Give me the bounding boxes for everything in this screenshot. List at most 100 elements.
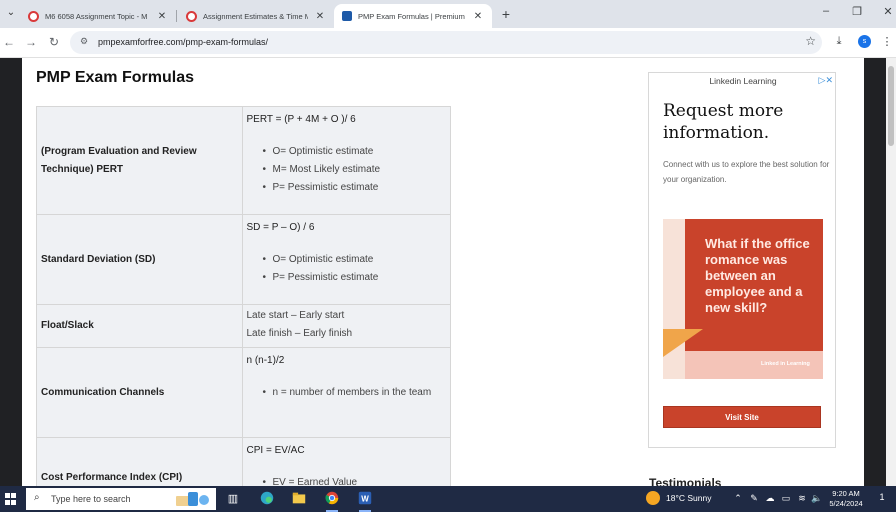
formula-cell: Late start – Early start Late finish – E… (241, 304, 451, 348)
sun-icon (646, 491, 660, 505)
volume-icon[interactable]: 🔈 (811, 493, 823, 504)
tab-strip: ⌄ M6 6058 Assignment Topic - M ✕ Assignm… (0, 0, 896, 28)
table-row: Float/Slack Late start – Early start Lat… (36, 304, 451, 348)
browser-toolbar: ← → ↻ ⚙ pmpexamforfree.com/pmp-exam-form… (0, 28, 896, 58)
list-item: P= Pessimistic estimate (263, 179, 447, 197)
table-row: Communication Channels n (n-1)/2 n = num… (36, 347, 451, 438)
battery-icon[interactable]: ▭ (780, 493, 792, 504)
word-icon[interactable]: W (356, 490, 374, 512)
search-highlight-icon (176, 492, 209, 506)
taskbar-clock[interactable]: 9:20 AM 5/24/2024 (826, 489, 866, 509)
taskbar-search[interactable]: ⌕ Type here to search (26, 488, 216, 510)
variable-list: O= Optimistic estimate M= Most Likely es… (247, 143, 447, 197)
list-item: M= Most Likely estimate (263, 161, 447, 179)
formula-line: Late start – Early start (246, 310, 345, 321)
weather-text: 18°C Sunny (666, 493, 712, 503)
tab-divider (176, 10, 177, 22)
close-tab-icon[interactable]: ✕ (156, 11, 168, 22)
tab-title: PMP Exam Formulas | Premium (358, 11, 465, 21)
variable-list: n = number of members in the team (247, 384, 447, 402)
tab-pmp-exam-formulas[interactable]: PMP Exam Formulas | Premium ✕ (334, 4, 492, 28)
profile-avatar[interactable]: s (858, 35, 871, 48)
new-tab-icon[interactable]: + (498, 6, 514, 22)
formula-table: (Program Evaluation and Review Technique… (36, 106, 451, 486)
url-text[interactable]: pmpexamforfree.com/pmp-exam-formulas/ (98, 37, 268, 47)
bookmark-star-icon[interactable]: ☆ (805, 34, 816, 48)
page-viewport: PMP Exam Formulas (Program Evaluation an… (0, 58, 896, 486)
tab-m6-assignment[interactable]: M6 6058 Assignment Topic - M ✕ (20, 4, 176, 28)
close-window-icon[interactable]: ✕ (880, 5, 896, 18)
formula-name: Communication Channels (36, 347, 243, 438)
back-icon[interactable]: ← (2, 35, 16, 49)
linkedin-learning-ad[interactable]: Linkedin Learning ▷✕ Request more inform… (648, 72, 836, 448)
onedrive-icon[interactable]: ☁ (764, 493, 776, 504)
ad-body: Connect with us to explore the best solu… (663, 160, 830, 184)
ad-choices-icon[interactable]: ▷✕ (819, 75, 833, 86)
clock-time: 9:20 AM (832, 489, 860, 498)
chrome-icon[interactable] (323, 490, 341, 512)
formula-name: Standard Deviation (SD) (36, 214, 243, 305)
section-heading: Testimonials (649, 476, 722, 486)
wifi-icon[interactable]: ≋ (796, 493, 808, 504)
visit-site-button[interactable]: Visit Site (663, 406, 821, 428)
table-row: Cost Performance Index (CPI) CPI = EV/AC… (36, 437, 451, 486)
close-tab-icon[interactable]: ✕ (314, 11, 326, 22)
formula-text: PERT = (P + 4M + O )/ 6 (246, 114, 356, 125)
tab-title: Assignment Estimates & Time M (203, 11, 308, 21)
search-placeholder: Type here to search (51, 494, 131, 504)
table-row: (Program Evaluation and Review Technique… (36, 106, 451, 215)
ad-headline: Request more information. (663, 101, 784, 143)
page-scrollbar[interactable] (886, 58, 896, 486)
formula-cell: n (n-1)/2 n = number of members in the t… (241, 347, 451, 438)
ad-artwork[interactable]: What if the office romance was between a… (663, 219, 823, 379)
reload-icon[interactable]: ↻ (47, 35, 61, 49)
list-item: n = number of members in the team (263, 384, 447, 402)
scrollbar-thumb[interactable] (888, 66, 894, 146)
search-icon: ⌕ (34, 492, 40, 503)
variable-list: O= Optimistic estimate P= Pessimistic es… (247, 251, 447, 287)
canvas-icon (186, 10, 197, 22)
formula-name: Cost Performance Index (CPI) (36, 437, 243, 486)
show-hidden-icons-icon[interactable]: ⌃ (732, 493, 744, 504)
svg-text:W: W (361, 495, 369, 504)
site-info-icon[interactable]: ⚙ (80, 36, 88, 47)
restore-icon[interactable]: ❐ (849, 5, 865, 18)
list-item: O= Optimistic estimate (263, 251, 447, 269)
formula-cell: CPI = EV/AC EV = Earned Value (241, 437, 451, 486)
formula-name: Float/Slack (36, 304, 243, 348)
variable-list: EV = Earned Value (247, 474, 447, 486)
ad-brand: Linkedin Learning (709, 76, 777, 86)
list-item: P= Pessimistic estimate (263, 269, 447, 287)
table-row: Standard Deviation (SD) SD = P – O) / 6 … (36, 214, 451, 305)
tab-title: M6 6058 Assignment Topic - M (45, 11, 148, 21)
edge-icon[interactable] (258, 490, 276, 508)
formula-text: n (n-1)/2 (246, 355, 285, 366)
windows-taskbar: ⌕ Type here to search ▥ W 18°C Sunny ⌃ ✎… (0, 486, 896, 512)
page-title: PMP Exam Formulas (36, 69, 194, 86)
tab-search-chevron-icon[interactable]: ⌄ (4, 7, 18, 21)
pen-icon[interactable]: ✎ (748, 493, 760, 504)
list-item: O= Optimistic estimate (263, 143, 447, 161)
linkedin-learning-logo: Linked in Learning (761, 361, 810, 367)
pmp-icon (342, 11, 352, 21)
formula-name: (Program Evaluation and Review Technique… (36, 106, 243, 215)
close-tab-icon[interactable]: ✕ (472, 11, 484, 22)
ad-quote: What if the office romance was between a… (705, 236, 810, 315)
weather-widget[interactable]: 18°C Sunny (646, 491, 711, 505)
windows-start-icon[interactable] (5, 493, 17, 505)
notification-count: 1 (879, 492, 885, 502)
minimize-icon[interactable]: – (818, 5, 834, 17)
task-view-icon[interactable]: ▥ (224, 490, 242, 508)
file-explorer-icon[interactable] (290, 490, 308, 508)
canvas-icon (28, 10, 39, 22)
download-icon[interactable]: ⤓ (832, 35, 846, 48)
formula-cell: PERT = (P + 4M + O )/ 6 O= Optimistic es… (241, 106, 451, 215)
formula-cell: SD = P – O) / 6 O= Optimistic estimate P… (241, 214, 451, 305)
notification-icon[interactable]: 1 (875, 492, 889, 506)
formula-text: SD = P – O) / 6 (246, 222, 315, 233)
formula-line: Late finish – Early finish (246, 328, 353, 339)
menu-icon[interactable]: ⋮ (880, 35, 894, 48)
address-bar[interactable]: ⚙ pmpexamforfree.com/pmp-exam-formulas/ … (70, 31, 822, 54)
forward-icon[interactable]: → (24, 35, 38, 49)
tab-assignment-estimates[interactable]: Assignment Estimates & Time M ✕ (178, 4, 334, 28)
